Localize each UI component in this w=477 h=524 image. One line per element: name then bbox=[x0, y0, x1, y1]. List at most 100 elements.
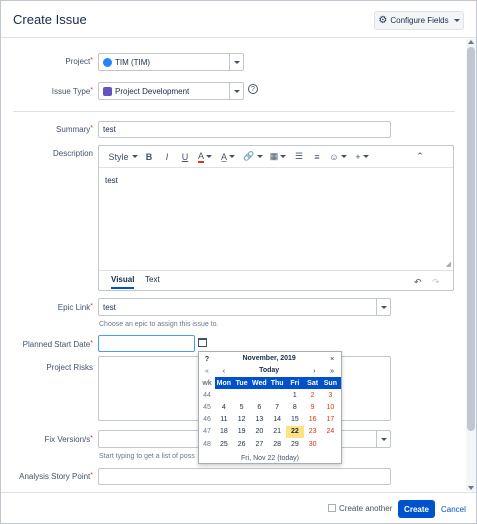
calendar-day[interactable]: 1 bbox=[286, 389, 304, 401]
day-header: Thu bbox=[270, 379, 284, 387]
calendar-day[interactable]: 25 bbox=[215, 438, 233, 450]
epic-link-hint: Choose an epic to assign this issue to. bbox=[99, 321, 219, 328]
calendar-day[interactable]: 2 bbox=[304, 389, 322, 401]
text-color-button[interactable]: A bbox=[194, 151, 216, 163]
calendar-day[interactable]: 26 bbox=[233, 438, 251, 450]
planned-start-date-input[interactable] bbox=[98, 335, 195, 352]
calendar-day[interactable]: 8 bbox=[286, 401, 304, 413]
emoji-icon[interactable]: ☺ bbox=[326, 152, 350, 162]
calendar-day[interactable]: 11 bbox=[215, 414, 233, 426]
numbered-list-icon[interactable]: ≡ bbox=[308, 152, 326, 162]
calendar-day[interactable]: 12 bbox=[233, 414, 251, 426]
redo-icon[interactable]: ↷ bbox=[432, 277, 440, 288]
prev-month-button[interactable]: ‹ bbox=[215, 365, 233, 377]
bold-button[interactable]: B bbox=[140, 152, 158, 162]
calendar-week-row: 45 4 5 6 7 8 9 10 bbox=[199, 401, 341, 413]
project-select[interactable]: TIM (TIM) bbox=[98, 53, 244, 71]
calendar-day[interactable]: 7 bbox=[268, 401, 286, 413]
calendar-icon[interactable] bbox=[198, 338, 207, 347]
calendar-day[interactable]: 18 bbox=[215, 426, 233, 438]
issue-type-select[interactable]: Project Development bbox=[98, 82, 244, 100]
day-header: Mon bbox=[216, 379, 232, 387]
calendar-day[interactable]: 14 bbox=[268, 414, 286, 426]
resize-handle-icon[interactable]: ◢ bbox=[446, 260, 451, 268]
create-another-checkbox[interactable] bbox=[328, 504, 336, 512]
calendar-day[interactable]: 29 bbox=[286, 438, 304, 450]
scroll-down-arrow-icon[interactable] bbox=[468, 486, 474, 490]
calendar-close-button[interactable]: × bbox=[323, 353, 341, 365]
chevron-down-icon[interactable] bbox=[376, 299, 390, 315]
calendar-day[interactable]: 30 bbox=[304, 438, 322, 450]
calendar-day[interactable]: 23 bbox=[304, 426, 322, 438]
configure-fields-button[interactable]: ⚙ Configure Fields bbox=[374, 11, 464, 30]
chevron-down-icon[interactable] bbox=[376, 431, 390, 447]
next-month-button[interactable]: › bbox=[306, 365, 324, 377]
week-number: 45 bbox=[203, 403, 211, 411]
scroll-thumb[interactable] bbox=[467, 47, 475, 431]
calendar-day bbox=[215, 389, 233, 401]
calendar-day[interactable]: 13 bbox=[251, 414, 269, 426]
description-text[interactable]: test bbox=[105, 176, 118, 185]
calendar-day[interactable]: 5 bbox=[233, 401, 251, 413]
scrollbar[interactable] bbox=[466, 39, 476, 491]
calendar-title-row: ? November, 2019 × bbox=[199, 353, 341, 365]
attachment-icon[interactable]: ▦ bbox=[266, 151, 290, 162]
calendar-day[interactable]: 16 bbox=[304, 414, 322, 426]
calendar-day[interactable]: 9 bbox=[304, 401, 322, 413]
issue-type-label: Issue Type* bbox=[51, 87, 93, 96]
day-header: Wed bbox=[252, 379, 267, 387]
calendar-help-button[interactable]: ? bbox=[199, 353, 215, 365]
next-year-button[interactable]: » bbox=[323, 365, 341, 377]
create-issue-dialog: Create Issue ⚙ Configure Fields Project*… bbox=[0, 0, 477, 524]
fix-versions-label: Fix Version/s* bbox=[44, 435, 93, 444]
calendar-day[interactable]: 10 bbox=[322, 401, 340, 413]
calendar-day bbox=[233, 389, 251, 401]
summary-input[interactable]: test bbox=[98, 121, 391, 138]
description-editor[interactable]: Style B I U A A̲ 🔗 ▦ ☰ ≡ ☺ + ⌃ test ◢ Vi… bbox=[98, 145, 454, 291]
epic-link-select[interactable]: test bbox=[98, 298, 391, 316]
day-header: Sat bbox=[307, 379, 319, 387]
prev-year-button[interactable]: « bbox=[199, 365, 215, 377]
calendar-day[interactable]: 28 bbox=[268, 438, 286, 450]
calendar-week-row: 46 11 12 13 14 15 16 17 bbox=[199, 414, 341, 426]
create-another-label[interactable]: Create another bbox=[339, 504, 392, 513]
chevron-down-icon[interactable] bbox=[229, 54, 243, 70]
create-button[interactable]: Create bbox=[398, 500, 435, 518]
bullet-list-icon[interactable]: ☰ bbox=[290, 151, 308, 162]
calendar-day[interactable]: 21 bbox=[268, 426, 286, 438]
undo-icon[interactable]: ↶ bbox=[414, 277, 422, 288]
italic-button[interactable]: I bbox=[158, 152, 176, 162]
calendar-day[interactable]: 24 bbox=[322, 426, 340, 438]
dialog-title: Create Issue bbox=[13, 12, 87, 27]
today-button[interactable]: Today bbox=[233, 365, 306, 377]
calendar-day[interactable]: 6 bbox=[251, 401, 269, 413]
text-effects-icon[interactable]: A̲ bbox=[216, 152, 240, 162]
calendar-day[interactable]: 27 bbox=[251, 438, 269, 450]
cancel-link[interactable]: Cancel bbox=[441, 505, 466, 514]
chevron-down-icon[interactable] bbox=[229, 83, 243, 99]
analysis-story-point-input[interactable] bbox=[98, 468, 391, 485]
calendar-day[interactable]: 4 bbox=[215, 401, 233, 413]
scroll-up-arrow-icon[interactable] bbox=[468, 40, 474, 44]
collapse-toolbar-icon[interactable]: ⌃ bbox=[412, 151, 428, 162]
calendar-day[interactable]: 22 bbox=[286, 425, 304, 438]
help-icon[interactable]: ? bbox=[248, 84, 258, 94]
day-header: Fri bbox=[290, 379, 300, 387]
tab-text[interactable]: Text bbox=[145, 275, 160, 284]
insert-more-icon[interactable]: + bbox=[350, 152, 374, 162]
calendar-day[interactable]: 3 bbox=[322, 389, 340, 401]
tab-visual[interactable]: Visual bbox=[111, 275, 135, 289]
calendar-day[interactable]: 15 bbox=[286, 414, 304, 426]
week-number: 48 bbox=[203, 440, 211, 448]
style-dropdown[interactable]: Style bbox=[106, 152, 140, 162]
project-value: TIM (TIM) bbox=[115, 57, 151, 67]
calendar-day[interactable]: 19 bbox=[233, 426, 251, 438]
calendar-day[interactable]: 17 bbox=[322, 414, 340, 426]
calendar-day[interactable]: 20 bbox=[251, 426, 269, 438]
epic-link-value: test bbox=[103, 302, 116, 312]
week-column-header: wk bbox=[199, 377, 215, 389]
link-icon[interactable]: 🔗 bbox=[240, 151, 266, 162]
week-number: 46 bbox=[203, 416, 211, 424]
week-number: 44 bbox=[203, 391, 211, 399]
underline-button[interactable]: U bbox=[176, 152, 194, 162]
